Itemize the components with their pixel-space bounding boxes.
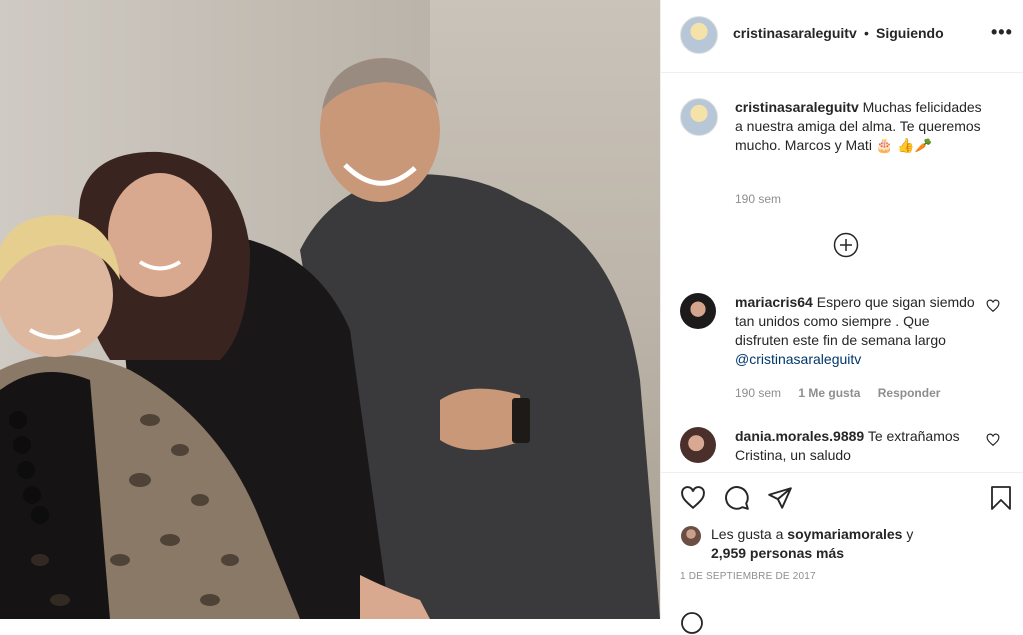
post-actions: Les gusta a soymariamorales y 2,959 pers… <box>661 472 1023 634</box>
likes-summary: Les gusta a soymariamorales y 2,959 pers… <box>711 525 913 563</box>
comment-username[interactable]: dania.morales.9889 <box>735 428 864 444</box>
post-side-panel: cristinasaraleguitv • Siguiendo ••• cris… <box>660 0 1023 634</box>
likes-connector: y <box>906 526 914 542</box>
caption-username[interactable]: cristinasaraleguitv <box>735 99 859 115</box>
caption: cristinasaraleguitv Muchas felicidades a… <box>680 98 1010 218</box>
caption-body: cristinasaraleguitv Muchas felicidades a… <box>735 98 985 155</box>
post-header: cristinasaraleguitv • Siguiendo ••• <box>661 0 1023 73</box>
comment-like-heart-icon[interactable] <box>986 433 1000 447</box>
share-send-icon[interactable] <box>767 485 793 511</box>
liker-avatar[interactable] <box>681 526 701 546</box>
comment-mention[interactable]: @cristinasaraleguitv <box>735 351 861 367</box>
like-heart-icon[interactable] <box>680 485 706 511</box>
likes-prefix: Les gusta a <box>711 526 784 542</box>
comment-item: dania.morales.9889 Te extrañamos Cristin… <box>680 427 1010 467</box>
emoji-icon[interactable] <box>680 611 704 635</box>
caption-meta: 190 sem <box>735 192 795 206</box>
comment-like-heart-icon[interactable] <box>986 299 1000 313</box>
author-username[interactable]: cristinasaraleguitv <box>733 25 857 41</box>
comment-time[interactable]: 190 sem <box>735 386 781 400</box>
comment-likes[interactable]: 1 Me gusta <box>798 386 860 400</box>
post-photo[interactable] <box>0 0 660 619</box>
plus-circle-icon[interactable] <box>833 232 859 258</box>
comment-username[interactable]: mariacris64 <box>735 294 813 310</box>
caption-avatar[interactable] <box>680 98 718 136</box>
comment-bubble-icon[interactable] <box>724 485 750 511</box>
comment-meta: 190 sem 1 Me gusta Responder <box>735 386 954 400</box>
reply-button[interactable]: Responder <box>878 386 941 400</box>
comment-item: mariacris64 Espero que sigan siemdo tan … <box>680 293 1010 408</box>
comment-body: mariacris64 Espero que sigan siemdo tan … <box>735 293 985 369</box>
likes-user[interactable]: soymariamorales <box>787 526 902 542</box>
author-avatar[interactable] <box>680 16 718 54</box>
commenter-avatar[interactable] <box>680 293 716 329</box>
commenter-avatar[interactable] <box>680 427 716 463</box>
photo-people-illustration <box>0 58 660 619</box>
likes-others[interactable]: 2,959 personas más <box>711 545 844 561</box>
following-button[interactable]: Siguiendo <box>876 25 944 41</box>
header-separator: • <box>864 25 869 41</box>
save-bookmark-icon[interactable] <box>989 485 1013 511</box>
caption-time[interactable]: 190 sem <box>735 192 781 206</box>
instagram-post-view: cristinasaraleguitv • Siguiendo ••• cris… <box>0 0 1023 634</box>
comment-body: dania.morales.9889 Te extrañamos Cristin… <box>735 427 985 465</box>
post-date[interactable]: 1 DE SEPTIEMBRE DE 2017 <box>680 571 816 582</box>
more-options-icon[interactable]: ••• <box>991 22 1013 43</box>
